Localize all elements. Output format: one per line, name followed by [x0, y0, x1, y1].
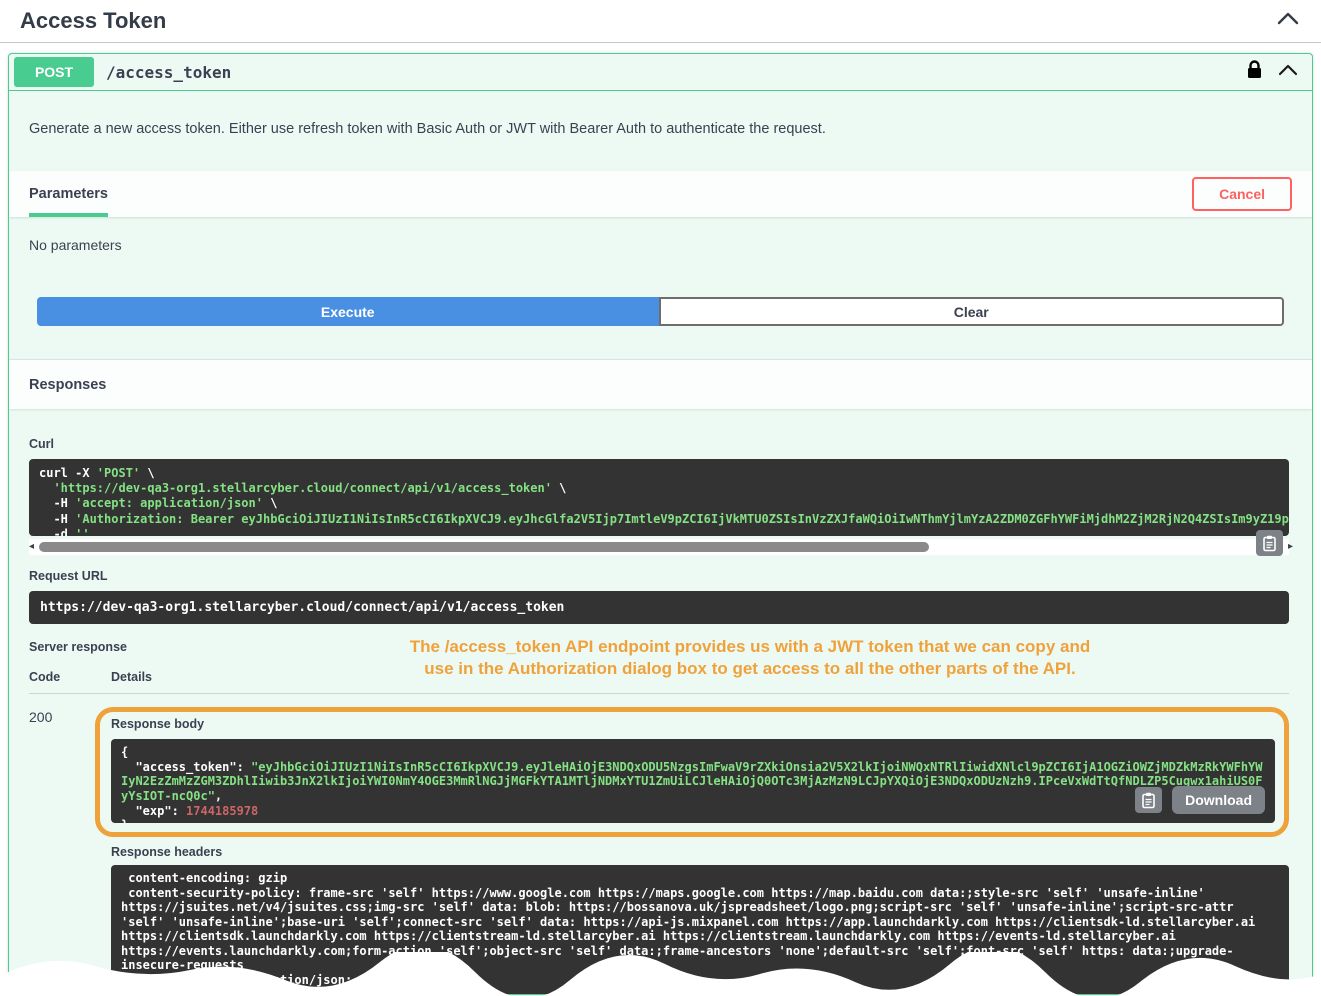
- clear-button[interactable]: Clear: [659, 297, 1285, 326]
- operation-path: /access_token: [106, 63, 231, 82]
- clipboard-icon: [1263, 535, 1277, 552]
- scrollbar-right-arrow-icon[interactable]: ▸: [1288, 540, 1293, 554]
- server-response-label: Server response: [29, 640, 1289, 654]
- responses-header-bar: Responses: [9, 359, 1312, 409]
- annotation-highlight-box: Response body { "access_token": "eyJhbGc…: [95, 707, 1289, 837]
- response-headers-label: Response headers: [111, 845, 1289, 859]
- details-column-header: Details: [111, 670, 152, 684]
- tab-active-underline: [29, 213, 108, 217]
- tab-parameters-label: Parameters: [29, 186, 108, 202]
- response-table-header: Code Details: [29, 670, 1289, 694]
- code-column-header: Code: [29, 670, 111, 684]
- responses-title: Responses: [29, 377, 106, 393]
- no-parameters-text: No parameters: [9, 217, 1312, 297]
- operation-collapse-chevron-icon[interactable]: [1278, 63, 1298, 81]
- copy-curl-button[interactable]: [1256, 530, 1283, 556]
- section-collapse-chevron-icon[interactable]: [1277, 12, 1299, 30]
- request-url-value: https://dev-qa3-org1.stellarcyber.cloud/…: [29, 591, 1289, 624]
- request-url-label: Request URL: [29, 569, 1289, 583]
- curl-command[interactable]: curl -X 'POST' \ 'https://dev-qa3-org1.s…: [29, 459, 1289, 536]
- torn-edge-decoration: [0, 952, 1321, 996]
- response-body-container: { "access_token": "eyJhbGciOiJIUzI1NiIsI…: [111, 739, 1275, 823]
- tab-parameters[interactable]: Parameters: [29, 171, 108, 217]
- curl-label: Curl: [29, 437, 1289, 451]
- response-body-label: Response body: [111, 717, 1275, 731]
- scrollbar-left-arrow-icon[interactable]: ◂: [29, 540, 34, 554]
- opblock-post-access-token: POST /access_token Generate a new access…: [8, 53, 1313, 995]
- method-badge: POST: [14, 57, 94, 87]
- response-body[interactable]: { "access_token": "eyJhbGciOiJIUzI1NiIsI…: [111, 739, 1275, 823]
- copy-response-button[interactable]: [1135, 787, 1162, 813]
- scrollbar-thumb[interactable]: [39, 542, 929, 552]
- operation-description: Generate a new access token. Either use …: [9, 91, 1312, 171]
- execute-clear-group: Execute Clear: [37, 297, 1284, 326]
- parameters-header-bar: Parameters Cancel: [9, 171, 1312, 217]
- auth-lock-icon[interactable]: [1247, 60, 1262, 84]
- cancel-button[interactable]: Cancel: [1192, 177, 1292, 211]
- download-button[interactable]: Download: [1172, 786, 1265, 814]
- operation-summary[interactable]: POST /access_token: [9, 54, 1312, 91]
- section-header: Access Token: [0, 0, 1321, 43]
- section-title[interactable]: Access Token: [20, 8, 166, 34]
- swagger-page: Access Token POST /access_token: [0, 0, 1321, 995]
- curl-container: curl -X 'POST' \ 'https://dev-qa3-org1.s…: [29, 459, 1289, 555]
- response-body-actions: Download: [1135, 786, 1265, 814]
- operation-body: Generate a new access token. Either use …: [9, 91, 1312, 995]
- clipboard-icon: [1142, 792, 1156, 809]
- responses-section: Curl curl -X 'POST' \ 'https://dev-qa3-o…: [9, 409, 1312, 995]
- curl-horizontal-scrollbar[interactable]: ◂ ▸: [29, 539, 1289, 555]
- response-row-200: 200 Response body { "access_token": "eyJ…: [29, 694, 1289, 995]
- execute-button[interactable]: Execute: [37, 297, 659, 326]
